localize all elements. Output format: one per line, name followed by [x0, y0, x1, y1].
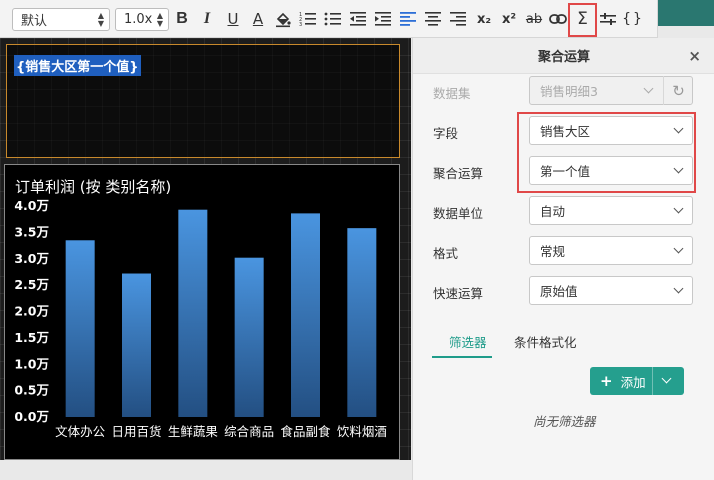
chevron-down-icon: [673, 243, 684, 254]
svg-text:3: 3: [299, 22, 302, 27]
superscript-button[interactable]: x²: [498, 0, 520, 38]
font-family-value: 默认: [21, 14, 48, 29]
data-unit-select[interactable]: 自动: [529, 196, 693, 225]
format-label: 格式: [433, 246, 459, 261]
y-tick-label: 4.0万: [14, 198, 49, 213]
active-tab-indicator: [432, 356, 492, 358]
font-size-value: 1.0x: [124, 12, 153, 27]
sigma-highlight-box: [568, 3, 597, 37]
tab-filter[interactable]: 筛选器: [449, 332, 487, 351]
y-tick-label: 1.0万: [14, 356, 49, 371]
bar-食品副食[interactable]: [291, 213, 320, 417]
sliders-icon[interactable]: [598, 0, 618, 38]
bullet-list-icon[interactable]: [323, 0, 343, 38]
y-tick-label: 2.0万: [14, 304, 49, 319]
x-tick-label: 文体办公: [55, 424, 106, 439]
close-icon[interactable]: ×: [688, 47, 701, 65]
chart-title: 订单利润 (按 类别名称): [15, 178, 171, 196]
y-tick-label: 0.5万: [14, 383, 49, 398]
panel-title: 聚合运算 ×: [413, 38, 714, 74]
ordered-list-icon[interactable]: 123: [298, 0, 318, 38]
y-tick-label: 3.5万: [14, 224, 49, 239]
chevron-down-icon: [673, 203, 684, 214]
add-filter-button[interactable]: + 添加: [590, 367, 684, 395]
bar-生鲜蔬果[interactable]: [178, 209, 208, 417]
align-center-icon[interactable]: [423, 0, 443, 38]
aggregate-panel: 聚合运算 × 数据集 销售明细3 ↻ 字段 销售大区 聚合运算 第一个值 数据单…: [412, 38, 714, 480]
x-tick-label: 生鲜蔬果: [168, 424, 219, 439]
fill-color-icon[interactable]: [273, 0, 293, 38]
add-filter-label: 添加: [620, 374, 646, 390]
tab-conditional-format[interactable]: 条件格式化: [514, 332, 577, 351]
bar-综合商品[interactable]: [234, 257, 264, 417]
select-arrows-icon: ▲ ▼: [97, 11, 104, 28]
chevron-down-icon: [673, 283, 684, 294]
y-tick-label: 3.0万: [14, 251, 49, 266]
dataset-select: 销售明细3 ↻: [529, 76, 693, 105]
refresh-icon[interactable]: ↻: [663, 76, 693, 105]
chevron-down-icon: [643, 83, 654, 94]
report-canvas: {销售大区第一个值} 订单利润 (按 类别名称) 0.0万 0.5万 1.0万 1.5万…: [0, 38, 411, 480]
quick-calc-label: 快速运算: [433, 286, 484, 301]
field-label: 字段: [433, 126, 459, 141]
chevron-down-icon[interactable]: [661, 373, 672, 384]
field-aggregation-highlight-box: [517, 112, 696, 193]
align-right-icon[interactable]: [448, 0, 468, 38]
y-tick-label: 1.5万: [14, 330, 49, 345]
format-value: 常规: [540, 244, 566, 259]
text-component[interactable]: {销售大区第一个值}: [6, 44, 400, 158]
aggregation-label: 聚合运算: [433, 166, 484, 181]
link-icon[interactable]: [548, 0, 568, 38]
quick-calc-select[interactable]: 原始值: [529, 276, 693, 305]
canvas-bottom-strip: [0, 460, 411, 480]
quick-calc-value: 原始值: [540, 284, 578, 299]
outdent-icon[interactable]: [348, 0, 368, 38]
dataset-label: 数据集: [433, 86, 471, 101]
bold-button[interactable]: B: [173, 0, 191, 38]
font-size-select[interactable]: 1.0x ▲ ▼: [115, 8, 169, 31]
plus-icon: +: [600, 372, 613, 390]
selected-text-field[interactable]: {销售大区第一个值}: [14, 55, 141, 76]
format-select[interactable]: 常规: [529, 236, 693, 265]
panel-title-text: 聚合运算: [537, 50, 590, 65]
underline-button[interactable]: U: [224, 0, 242, 38]
x-tick-label: 食品副食: [280, 424, 331, 439]
data-unit-value: 自动: [540, 204, 566, 219]
y-tick-label: 0.0万: [14, 409, 49, 424]
x-tick-label: 饮料烟酒: [337, 424, 387, 439]
x-tick-label: 日用百货: [111, 424, 161, 439]
y-tick-label: 2.5万: [14, 277, 49, 292]
align-left-icon[interactable]: [398, 0, 418, 38]
bar-日用百货[interactable]: [122, 273, 151, 417]
select-arrows-icon: ▲ ▼: [156, 11, 163, 28]
font-family-select[interactable]: 默认 ▲ ▼: [12, 8, 110, 31]
italic-button[interactable]: I: [198, 0, 216, 38]
header-bar: [658, 0, 714, 26]
x-tick-label: 综合商品: [224, 424, 274, 439]
bar-饮料烟酒[interactable]: [347, 228, 377, 417]
bar-chart-component[interactable]: 订单利润 (按 类别名称) 0.0万 0.5万 1.0万 1.5万 2.0万 2.5万 3.0…: [4, 164, 400, 460]
subscript-button[interactable]: x₂: [473, 0, 495, 38]
strikethrough-button[interactable]: ab: [523, 0, 545, 38]
dataset-value: 销售明细3: [540, 84, 598, 99]
braces-button[interactable]: {}: [622, 0, 644, 38]
bar-chart: 订单利润 (按 类别名称) 0.0万 0.5万 1.0万 1.5万 2.0万 2.5万 3.0…: [14, 178, 387, 439]
data-unit-label: 数据单位: [433, 206, 484, 221]
formatting-toolbar: 默认 ▲ ▼ 1.0x ▲ ▼ B I U A 123 x₂ x² ab Σ {…: [0, 0, 658, 38]
empty-filter-message: 尚无筛选器: [533, 414, 596, 429]
indent-icon[interactable]: [373, 0, 393, 38]
bar-文体办公[interactable]: [65, 240, 95, 417]
font-color-button[interactable]: A: [249, 0, 267, 38]
button-divider: [652, 367, 653, 395]
